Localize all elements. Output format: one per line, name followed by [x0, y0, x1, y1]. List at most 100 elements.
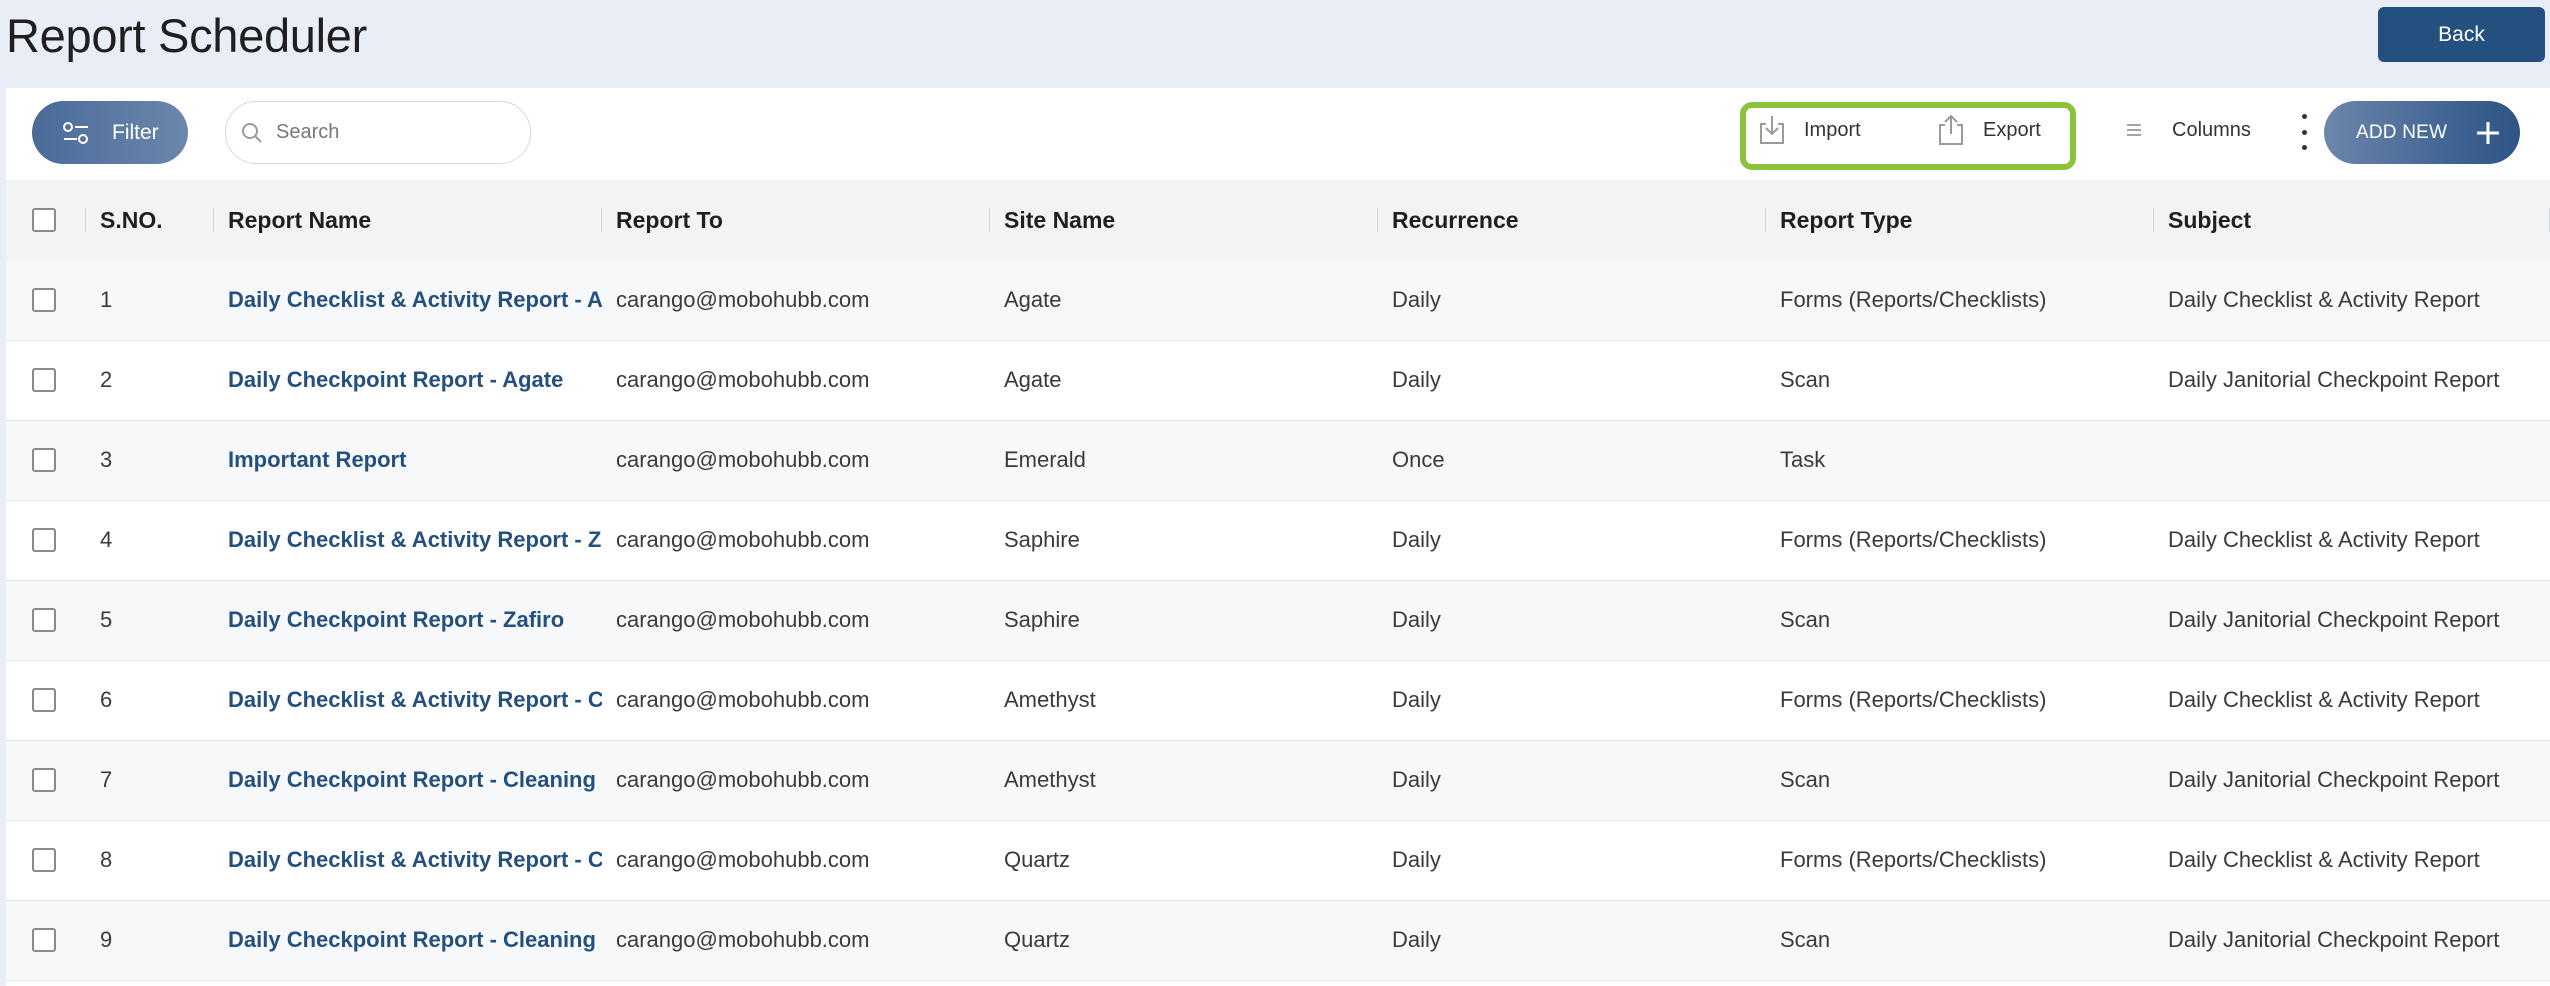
site-name-cell: Agate — [1004, 367, 1062, 392]
report-table: S.NO. Report Name Report To Site Name Re… — [6, 180, 2550, 981]
recurrence-cell: Daily — [1392, 286, 1441, 312]
column-header[interactable]: S.NO. — [86, 180, 214, 260]
subject-cell: Daily Checklist & Activity Report — [2168, 847, 2480, 872]
column-header[interactable]: Recurrence — [1378, 180, 1766, 260]
table-row[interactable]: 3 Important Report carango@mobohubb.com … — [6, 420, 2550, 500]
column-header[interactable]: Site Name — [990, 180, 1378, 260]
row-checkbox-cell — [6, 420, 86, 500]
subject-cell: Daily Janitorial Checkpoint Report — [2168, 367, 2500, 392]
report-name-link[interactable]: Daily Checkpoint Report - Cleaning — [214, 900, 602, 980]
import-label: Import — [1804, 118, 1861, 141]
site-name-cell: Saphire — [1004, 527, 1080, 552]
back-button[interactable]: Back — [2378, 7, 2545, 62]
report-name-link[interactable]: Daily Checklist & Activity Report - Agat… — [214, 260, 602, 340]
report-to-cell: carango@mobohubb.com — [616, 927, 870, 952]
table-row[interactable]: 1 Daily Checklist & Activity Report - Ag… — [6, 260, 2550, 340]
add-new-button[interactable]: ADD NEW — [2324, 101, 2520, 164]
report-type-cell: Scan — [1780, 767, 1831, 792]
recurrence-cell: Daily — [1392, 847, 1441, 872]
report-type-cell: Scan — [1780, 367, 1831, 392]
row-checkbox[interactable] — [32, 608, 56, 632]
report-to-cell: carango@mobohubb.com — [616, 687, 870, 712]
sno-cell: 2 — [100, 367, 113, 392]
row-checkbox[interactable] — [32, 688, 56, 712]
row-checkbox-cell — [6, 580, 86, 660]
table-row[interactable]: 2 Daily Checkpoint Report - Agate carang… — [6, 340, 2550, 420]
plus-icon — [2475, 120, 2501, 146]
report-name-link[interactable]: Daily Checkpoint Report - Zafiro — [214, 580, 602, 660]
table-row[interactable]: 4 Daily Checklist & Activity Report - Za… — [6, 500, 2550, 580]
report-type-cell: Forms (Reports/Checklists) — [1780, 687, 2047, 712]
search-box[interactable] — [225, 101, 531, 164]
table-row[interactable]: 6 Daily Checklist & Activity Report - Cl… — [6, 660, 2550, 740]
row-checkbox[interactable] — [32, 287, 56, 312]
table-row[interactable]: 7 Daily Checkpoint Report - Cleaning car… — [6, 740, 2550, 820]
sno-cell: 4 — [100, 527, 113, 552]
table-row[interactable]: 9 Daily Checkpoint Report - Cleaning car… — [6, 900, 2550, 980]
recurrence-cell: Daily — [1392, 367, 1441, 392]
subject-cell: Daily Checklist & Activity Report — [2168, 687, 2480, 712]
row-checkbox-cell — [6, 820, 86, 900]
sno-cell: 8 — [100, 847, 113, 872]
site-name-cell: Amethyst — [1004, 767, 1096, 792]
export-button[interactable]: Export — [1933, 101, 2041, 159]
row-checkbox[interactable] — [32, 448, 56, 472]
filter-sliders-icon — [62, 120, 90, 146]
report-type-cell: Forms (Reports/Checklists) — [1780, 527, 2047, 552]
import-icon — [1754, 112, 1790, 148]
row-checkbox-cell — [6, 340, 86, 420]
row-checkbox[interactable] — [32, 768, 56, 792]
report-name-link[interactable]: Important Report — [214, 420, 602, 500]
recurrence-cell: Once — [1392, 447, 1445, 472]
subject-cell: Daily Checklist & Activity Report — [2168, 527, 2480, 552]
column-header[interactable]: Report Type — [1766, 180, 2154, 260]
columns-button[interactable]: Columns — [2126, 101, 2251, 159]
site-name-cell: Agate — [1004, 286, 1062, 312]
filter-label: Filter — [112, 120, 159, 144]
recurrence-cell: Daily — [1392, 927, 1441, 952]
filter-button[interactable]: Filter — [32, 101, 188, 164]
report-type-cell: Scan — [1780, 927, 1831, 952]
recurrence-cell: Daily — [1392, 527, 1441, 552]
toolbar: Filter Import — [6, 88, 2550, 180]
report-to-cell: carango@mobohubb.com — [616, 527, 870, 552]
report-type-cell: Task — [1780, 447, 1826, 472]
columns-lines-icon — [2126, 122, 2142, 138]
table-row[interactable]: 8 Daily Checklist & Activity Report - Cl… — [6, 820, 2550, 900]
column-header[interactable]: Report To — [602, 180, 990, 260]
sno-cell: 6 — [100, 687, 113, 712]
import-button[interactable]: Import — [1754, 101, 1861, 159]
export-icon — [1933, 112, 1969, 148]
more-options-icon[interactable] — [2294, 114, 2314, 150]
search-icon — [240, 121, 264, 145]
page-title: Report Scheduler — [6, 9, 367, 62]
table-row[interactable]: 5 Daily Checkpoint Report - Zafiro caran… — [6, 580, 2550, 660]
column-header[interactable]: Subject — [2154, 180, 2550, 260]
report-type-cell: Forms (Reports/Checklists) — [1780, 286, 2047, 312]
row-checkbox[interactable] — [32, 528, 56, 552]
add-new-label: ADD NEW — [2356, 121, 2448, 143]
subject-cell: Daily Janitorial Checkpoint Report — [2168, 767, 2500, 792]
report-card: Filter Import — [6, 88, 2550, 986]
row-checkbox[interactable] — [32, 928, 56, 952]
report-name-link[interactable]: Daily Checklist & Activity Report - Clea… — [214, 820, 602, 900]
report-name-link[interactable]: Daily Checkpoint Report - Cleaning — [214, 740, 602, 820]
search-input[interactable] — [274, 120, 498, 145]
report-to-cell: carango@mobohubb.com — [616, 767, 870, 792]
table-header-row: S.NO. Report Name Report To Site Name Re… — [6, 180, 2550, 260]
subject-cell: Daily Janitorial Checkpoint Report — [2168, 607, 2500, 632]
report-name-link[interactable]: Daily Checklist & Activity Report - Clea… — [214, 660, 602, 740]
report-to-cell: carango@mobohubb.com — [616, 607, 870, 632]
report-type-cell: Scan — [1780, 607, 1831, 632]
report-name-link[interactable]: Daily Checkpoint Report - Agate — [214, 340, 602, 420]
row-checkbox[interactable] — [32, 848, 56, 872]
row-checkbox-cell — [6, 500, 86, 580]
subject-cell: Daily Checklist & Activity Report — [2168, 286, 2480, 312]
row-checkbox[interactable] — [32, 368, 56, 392]
column-header[interactable]: Report Name — [214, 180, 602, 260]
row-checkbox-cell — [6, 740, 86, 820]
select-all-checkbox[interactable] — [32, 208, 56, 232]
site-name-cell: Saphire — [1004, 607, 1080, 632]
report-name-link[interactable]: Daily Checklist & Activity Report - Zafi… — [214, 500, 602, 580]
site-name-cell: Amethyst — [1004, 687, 1096, 712]
